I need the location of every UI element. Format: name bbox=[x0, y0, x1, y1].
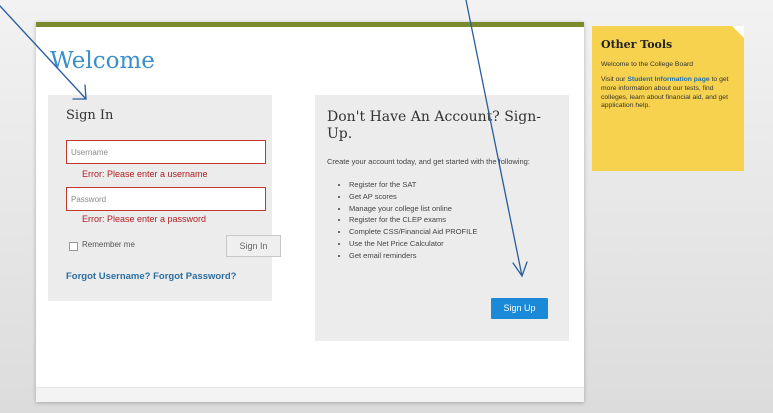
other-tools-body: Visit our Student Information page to ge… bbox=[601, 76, 741, 111]
other-tools-title: Other Tools bbox=[601, 38, 673, 51]
forgot-credentials-link[interactable]: Forgot Username? Forgot Password? bbox=[66, 271, 237, 282]
signup-intro: Create your account today, and get start… bbox=[327, 157, 530, 166]
main-card: Welcome Sign In Username Error: Please e… bbox=[36, 22, 584, 402]
username-field[interactable]: Username bbox=[66, 140, 266, 164]
folded-corner bbox=[732, 26, 744, 38]
other-tools-card: Other Tools Welcome to the College Board… bbox=[592, 26, 744, 171]
other-tools-welcome: Welcome to the College Board bbox=[601, 61, 694, 68]
sign-in-button[interactable]: Sign In bbox=[226, 235, 281, 257]
username-error: Error: Please enter a username bbox=[82, 169, 208, 179]
signup-benefits-list: Register for the SAT Get AP scores Manag… bbox=[341, 179, 477, 262]
password-field[interactable]: Password bbox=[66, 187, 266, 211]
list-item: Get email reminders bbox=[349, 250, 477, 262]
signup-panel: Don't Have An Account? Sign-Up. Create y… bbox=[315, 95, 569, 341]
other-tools-text-before: Visit our bbox=[601, 76, 628, 83]
list-item: Register for the SAT bbox=[349, 179, 477, 191]
signin-title: Sign In bbox=[66, 108, 114, 123]
remember-me-checkbox[interactable] bbox=[69, 242, 78, 251]
list-item: Get AP scores bbox=[349, 191, 477, 203]
list-item: Manage your college list online bbox=[349, 203, 477, 215]
list-item: Complete CSS/Financial Aid PROFILE bbox=[349, 226, 477, 238]
list-item: Register for the CLEP exams bbox=[349, 214, 477, 226]
page-title: Welcome bbox=[50, 48, 155, 74]
signin-panel: Sign In Username Error: Please enter a u… bbox=[48, 95, 281, 301]
student-information-link[interactable]: Student Information page bbox=[627, 76, 709, 83]
password-error: Error: Please enter a password bbox=[82, 214, 207, 224]
sign-up-button[interactable]: Sign Up bbox=[491, 298, 548, 319]
top-accent-stripe bbox=[36, 22, 584, 27]
remember-me-label[interactable]: Remember me bbox=[82, 240, 135, 249]
footer-band bbox=[36, 387, 584, 402]
list-item: Use the Net Price Calculator bbox=[349, 238, 477, 250]
signup-title: Don't Have An Account? Sign-Up. bbox=[327, 109, 541, 142]
